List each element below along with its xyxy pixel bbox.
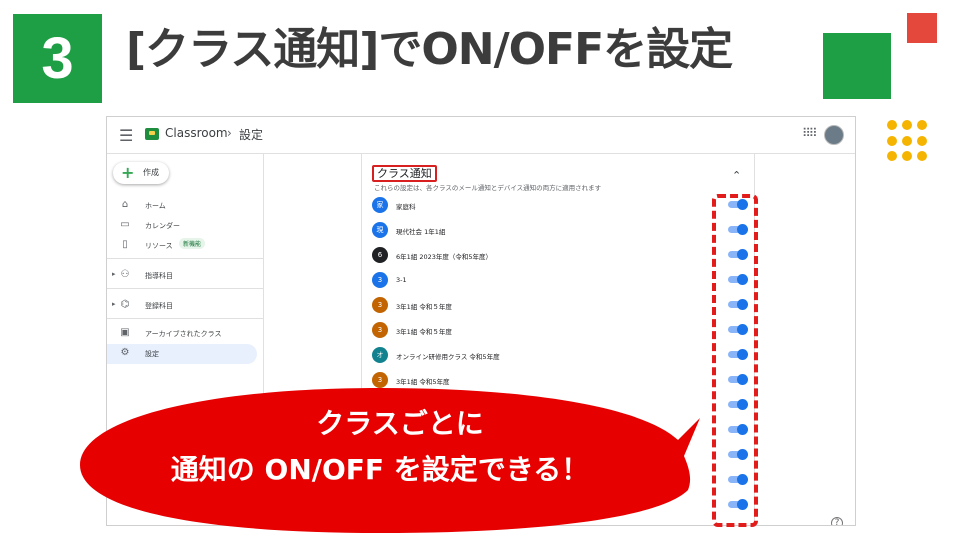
section-title: クラス通知 bbox=[372, 165, 437, 182]
create-label: 作成 bbox=[143, 168, 159, 177]
divider bbox=[107, 288, 263, 289]
sidebar-item-archived[interactable]: ▣ アーカイブされたクラス bbox=[107, 324, 257, 344]
class-row: 6 6年1組 2023年度（令和5年度） bbox=[372, 244, 752, 266]
calendar-icon: ▭ bbox=[120, 219, 130, 230]
section-description: これらの設定は、各クラスのメール通知とデバイス通知の両方に適用されます bbox=[374, 184, 602, 192]
divider bbox=[107, 318, 263, 319]
sidebar-item-settings[interactable]: ⚙ 設定 bbox=[107, 344, 257, 364]
class-name: 3-1 bbox=[396, 276, 407, 284]
breadcrumb-current: 設定 bbox=[239, 128, 264, 142]
class-row bbox=[372, 494, 752, 516]
class-avatar-icon: 3 bbox=[372, 372, 388, 388]
classroom-logo-icon bbox=[145, 128, 159, 140]
class-row: オオンライン研修用クラス 令和5年度 bbox=[372, 344, 752, 366]
class-row: 3 3年1組 令和５年度 bbox=[372, 319, 752, 341]
app-name[interactable]: Classroom bbox=[165, 126, 228, 140]
class-avatar-icon: 6 bbox=[372, 247, 388, 263]
class-row: 3 3年1組 令和５年度 bbox=[372, 294, 752, 316]
sidebar-item-label: 設定 bbox=[145, 350, 159, 358]
class-avatar-icon: 3 bbox=[372, 272, 388, 288]
class-avatar-icon: オ bbox=[372, 347, 388, 363]
home-icon: ⌂ bbox=[121, 199, 129, 210]
class-avatar-icon: 家 bbox=[372, 197, 388, 213]
class-row: 現現代社会 1年1組 bbox=[372, 219, 752, 241]
class-row: 家家庭科 bbox=[372, 194, 752, 216]
help-icon[interactable]: ? bbox=[831, 517, 843, 525]
class-name: 3年1組 令和５年度 bbox=[396, 303, 452, 311]
expand-caret-icon[interactable]: ▸ bbox=[112, 300, 116, 308]
sidebar-item-label: カレンダー bbox=[145, 222, 180, 230]
class-avatar-icon: 3 bbox=[372, 322, 388, 338]
callout-text-line1: クラスごとに bbox=[316, 407, 484, 440]
create-button[interactable]: + 作成 bbox=[113, 162, 169, 184]
class-name: 3年1組 令和５年度 bbox=[396, 328, 452, 336]
sidebar-item-label: 指導科目 bbox=[145, 272, 173, 280]
class-row: 3 3年1組 令和5年度 bbox=[372, 369, 752, 391]
divider bbox=[107, 258, 263, 259]
expand-caret-icon[interactable]: ▸ bbox=[112, 270, 116, 278]
plus-icon: + bbox=[121, 163, 135, 182]
class-name: オンライン研修用クラス 令和5年度 bbox=[396, 353, 500, 361]
sidebar-item-enrolled[interactable]: ▸ ⌬ 登録科目 bbox=[107, 296, 257, 316]
hamburger-icon[interactable]: ☰ bbox=[119, 126, 133, 145]
class-name: 家庭科 bbox=[396, 203, 416, 211]
class-name: 6年1組 2023年度（令和5年度） bbox=[396, 253, 493, 261]
enrolled-icon: ⌬ bbox=[120, 299, 130, 310]
sidebar-item-label: ホーム bbox=[145, 202, 166, 210]
apps-grid-icon[interactable]: ⠿⠿ bbox=[802, 126, 818, 140]
sidebar-item-label: アーカイブされたクラス bbox=[145, 330, 222, 338]
toggle-highlight-frame bbox=[712, 194, 758, 527]
class-avatar-icon bbox=[372, 497, 388, 513]
sidebar-item-label: 登録科目 bbox=[145, 302, 173, 310]
archive-icon: ▣ bbox=[120, 327, 130, 338]
sidebar-item-resources[interactable]: ▯ リソース 新機能 bbox=[107, 236, 257, 256]
top-app-bar: ☰ Classroom › 設定 ⠿⠿ bbox=[107, 117, 855, 154]
decorative-dots bbox=[887, 120, 929, 162]
class-name: 現代社会 1年1組 bbox=[396, 228, 446, 236]
class-row: 3 3-1 bbox=[372, 269, 752, 291]
callout-text-line2: 通知の ON/OFF を設定できる！ bbox=[170, 453, 590, 486]
teaching-icon: ⚇ bbox=[120, 269, 130, 280]
class-avatar-icon: 現 bbox=[372, 222, 388, 238]
slide-title: [クラス通知]でON/OFFを設定 bbox=[126, 24, 733, 75]
class-avatar-icon: 3 bbox=[372, 297, 388, 313]
decorative-red-square bbox=[907, 13, 937, 43]
resources-icon: ▯ bbox=[122, 239, 128, 250]
breadcrumb-separator: › bbox=[227, 126, 232, 140]
step-number-badge: 3 bbox=[13, 14, 102, 103]
sidebar-item-calendar[interactable]: ▭ カレンダー bbox=[107, 216, 257, 236]
sidebar-item-label: リソース bbox=[145, 242, 173, 250]
sidebar-item-home[interactable]: ⌂ ホーム bbox=[107, 196, 257, 216]
new-feature-badge: 新機能 bbox=[179, 238, 206, 249]
decorative-green-square bbox=[823, 33, 891, 99]
avatar[interactable] bbox=[824, 125, 844, 145]
chevron-up-icon[interactable]: ⌃ bbox=[732, 169, 741, 182]
settings-gear-icon: ⚙ bbox=[120, 347, 130, 358]
sidebar-item-teaching[interactable]: ▸ ⚇ 指導科目 bbox=[107, 266, 257, 286]
class-name: 3年1組 令和5年度 bbox=[396, 378, 450, 386]
